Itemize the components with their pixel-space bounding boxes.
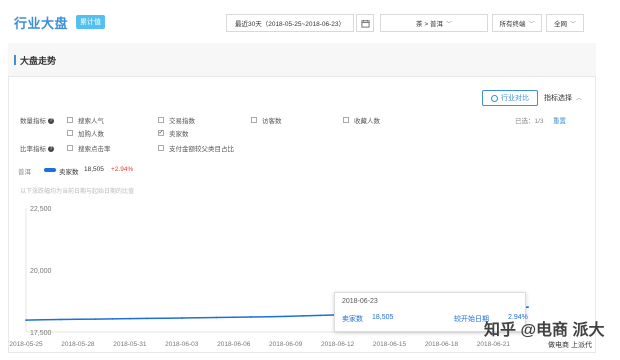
x-tick-label: 2018-06-09 <box>269 341 303 348</box>
checkbox[interactable] <box>251 117 257 123</box>
device-label: 所有终端 <box>499 21 526 28</box>
x-tick-label: 2018-06-18 <box>425 341 459 348</box>
metric-checkbox-search-ctr[interactable]: 搜索点击率 <box>67 143 111 153</box>
legend-value: 18,505 <box>84 166 104 173</box>
legend-category-label: 普洱 <box>18 169 31 176</box>
x-tick-label: 2018-05-25 <box>9 341 43 348</box>
metric-checkbox-trade-index[interactable]: 交易指数 <box>158 115 195 125</box>
page-title: 行业大盘 <box>14 16 69 31</box>
metric-checkbox-favorites[interactable]: 收藏人数 <box>343 115 380 125</box>
checkbox[interactable] <box>67 117 73 123</box>
data-point <box>284 315 287 318</box>
selected-count: 已选：1/3 <box>515 118 544 125</box>
chevron-down-icon: ﹀ <box>445 21 452 28</box>
tooltip-value: 18,505 <box>372 314 394 321</box>
y-tick-label: 17,500 <box>30 330 52 337</box>
x-tick-label: 2018-06-21 <box>477 341 511 348</box>
panel-header <box>8 43 596 77</box>
panel-title: 大盘走势 <box>20 56 57 66</box>
data-point <box>128 317 131 320</box>
data-point <box>59 318 62 321</box>
x-tick-label: 2018-06-12 <box>321 341 355 348</box>
metric-checkbox-add-to-cart[interactable]: 加购人数 <box>67 128 104 138</box>
question-icon: ? <box>48 146 54 153</box>
checkbox[interactable] <box>67 145 73 151</box>
data-point <box>146 317 149 320</box>
data-point <box>319 314 322 317</box>
device-select[interactable]: 所有终端 ﹀ <box>492 14 542 32</box>
date-range-label: 最近30天（2018-05-25~2018-06-23） <box>234 21 346 28</box>
data-point <box>42 318 45 321</box>
data-point <box>25 319 27 321</box>
tooltip-date: 2018-06-23 <box>342 298 378 305</box>
x-tick-label: 2018-05-28 <box>61 341 95 348</box>
checkbox[interactable] <box>158 117 164 123</box>
tooltip-series-name: 卖家数 <box>342 316 363 323</box>
checkbox[interactable] <box>343 117 349 123</box>
chevron-down-icon: ﹀ <box>569 21 576 28</box>
checkbox[interactable] <box>67 130 73 136</box>
checkbox[interactable] <box>158 145 164 151</box>
y-tick-label: 20,000 <box>30 268 52 275</box>
data-point <box>215 316 218 319</box>
data-point <box>198 316 201 319</box>
cumulative-badge: 累计值 <box>76 15 105 29</box>
metric-checkbox-payment-share[interactable]: 支付金额较父类目占比 <box>158 143 234 153</box>
legend-series-name[interactable]: 卖家数 <box>59 166 79 176</box>
x-tick-label: 2018-06-06 <box>217 341 251 348</box>
checkbox-checked[interactable]: ✓ <box>158 130 164 136</box>
data-point <box>267 315 270 318</box>
legend-swatch[interactable] <box>44 168 56 172</box>
region-label: 全网 <box>553 21 567 28</box>
data-point <box>94 318 97 321</box>
metric-checkbox-visitors[interactable]: 访客数 <box>251 115 282 125</box>
data-point <box>163 317 166 320</box>
data-point <box>232 316 235 319</box>
compare-button-label: 行业对比 <box>501 95 529 102</box>
panel-accent-bar <box>14 55 16 65</box>
watermark-text: 知乎 @电商 派大 <box>484 322 605 339</box>
chevron-down-icon: ﹀ <box>528 21 535 28</box>
x-tick-label: 2018-06-03 <box>165 341 199 348</box>
data-point <box>180 317 183 319</box>
reset-link[interactable]: 重置 <box>553 115 566 125</box>
metric-checkbox-search-popularity[interactable]: 搜索人气 <box>67 115 104 125</box>
data-point <box>111 317 114 320</box>
y-tick-label: 22,500 <box>30 206 52 213</box>
chevron-up-icon: ︿ <box>575 96 582 102</box>
region-select[interactable]: 全网 ﹀ <box>546 14 584 32</box>
data-point <box>250 316 252 318</box>
watermark-subtext: 做电商 上派代 <box>548 342 592 349</box>
category-label: 茶 > 普洱 <box>416 21 443 28</box>
industry-compare-button[interactable]: 行业对比 <box>482 90 538 106</box>
category-select[interactable]: 茶 > 普洱 ﹀ <box>380 14 488 32</box>
data-point <box>527 306 529 308</box>
x-tick-label: 2018-06-15 <box>373 341 407 348</box>
compare-icon <box>491 94 498 102</box>
legend-change: +2.94% <box>111 166 134 173</box>
question-icon: ? <box>48 118 54 125</box>
ratio-metrics-label: 比率指标? <box>20 146 54 153</box>
quantity-metrics-label: 数量指标? <box>20 118 54 125</box>
data-point <box>77 318 79 321</box>
x-tick-label: 2018-05-31 <box>113 341 147 348</box>
date-range-select[interactable]: 最近30天（2018-05-25~2018-06-23） <box>226 14 354 32</box>
metric-select-toggle[interactable]: 指标选择 ︿ <box>544 93 582 103</box>
data-point <box>302 314 304 317</box>
metric-checkbox-sellers[interactable]: ✓ 卖家数 <box>158 128 189 138</box>
chart-hint-text: 以下涨跌幅均为当前日期与起始日期的比值 <box>20 189 135 195</box>
metric-select-label: 指标选择 <box>544 95 572 102</box>
calendar-icon[interactable] <box>356 14 374 32</box>
